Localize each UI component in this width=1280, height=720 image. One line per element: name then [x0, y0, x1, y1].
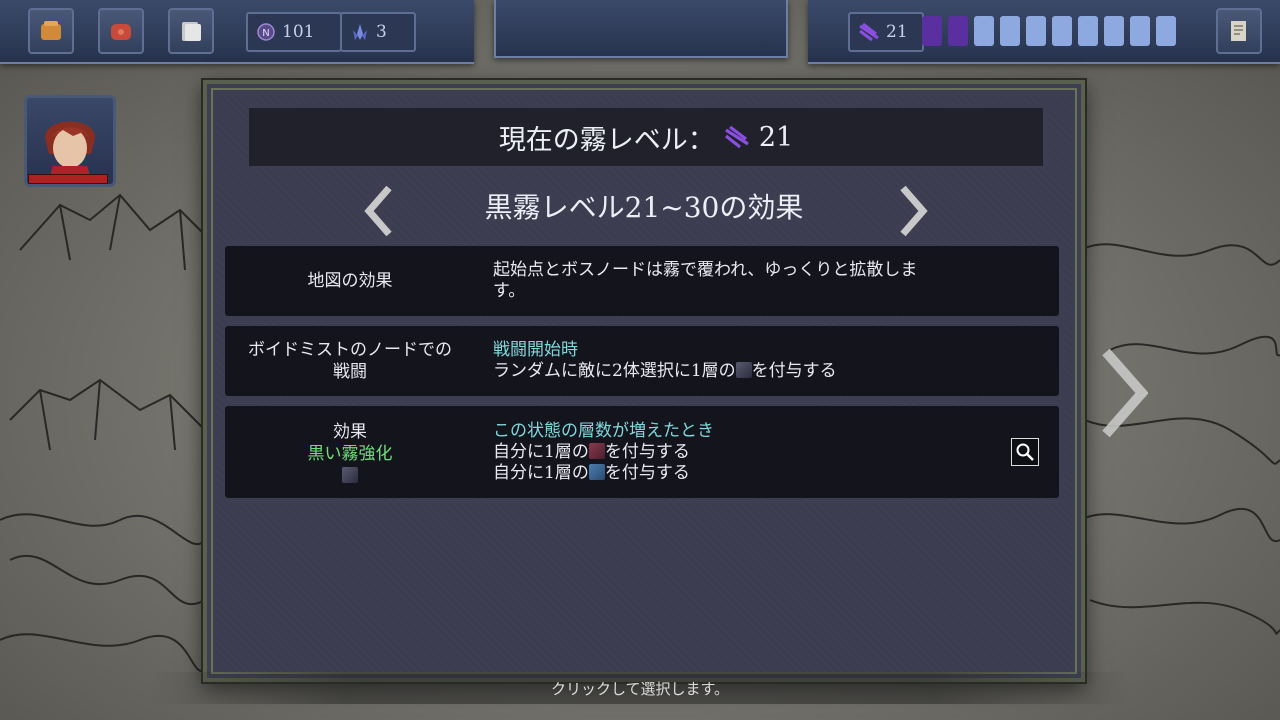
fog-bar-segment [1078, 16, 1098, 46]
effect-desc-text: ランダムに敵に2体選択に1層の [493, 361, 736, 381]
coin-icon: N [257, 23, 275, 41]
defense-buff-icon [588, 463, 605, 480]
deck-button[interactable] [168, 8, 214, 54]
fog-bar-segment [1000, 16, 1020, 46]
effect-name-text: 効果 [333, 422, 367, 442]
effect-desc-text: を付与する [604, 441, 690, 462]
effect-name: 効果 黒い霧強化 [225, 406, 475, 498]
fog-icon [724, 125, 749, 149]
crystal-display: 3 [340, 12, 416, 52]
map-scroll-icon [1231, 21, 1246, 41]
fog-level-dialog: 現在の霧レベル： 21 黒霧レベル21~30の効果 地図の効果 起始点とボスノー… [203, 80, 1085, 682]
effect-name-text: ボイドミストのノードでの [248, 340, 452, 360]
relic-button[interactable] [98, 8, 144, 54]
fog-bar-segment [1156, 16, 1176, 46]
effect-desc-text: 自分に1層の [493, 462, 589, 483]
hud-left-panel: N 101 3 [0, 0, 474, 64]
hero-health-bar [28, 174, 108, 184]
dialog-title: 現在の霧レベル： 21 [249, 108, 1043, 166]
crystal-value: 3 [376, 22, 387, 42]
map-next-arrow-icon[interactable] [1098, 348, 1148, 438]
fog-bar-segment [922, 16, 942, 46]
hud-center-panel [494, 0, 788, 58]
fog-bar-segment [1130, 16, 1150, 46]
fog-icon [859, 22, 879, 42]
card-deck-icon [182, 22, 201, 41]
map-button[interactable] [1216, 8, 1262, 54]
effect-desc-text: を付与する [604, 462, 690, 483]
footer-hint: クリックして選択します。 [150, 672, 1130, 704]
fog-bar-segment [948, 16, 968, 46]
magnifier-icon [1016, 443, 1034, 461]
effect-row-status: 効果 黒い霧強化 この状態の層数が増えたとき 自分に1層の を付与する 自分に1層… [225, 406, 1059, 498]
relic-bag-icon [111, 24, 131, 40]
effect-range-heading: 黒霧レベル21~30の効果 [484, 191, 804, 224]
footer-hint-text: クリックして選択します。 [550, 679, 730, 698]
next-page-arrow-icon[interactable] [897, 184, 929, 238]
effect-row-map: 地図の効果 起始点とボスノードは霧で覆われ、ゆっくりと拡散しま す。 [225, 246, 1059, 316]
hud-right-panel: 21 [808, 0, 1280, 64]
black-fog-status-icon [342, 467, 358, 483]
attack-buff-icon [588, 442, 605, 459]
effect-name-text: 地図の効果 [307, 271, 393, 291]
effect-description: 起始点とボスノードは霧で覆われ、ゆっくりと拡散しま す。 [493, 246, 979, 316]
effect-trigger-heading: 戦闘開始時 [493, 340, 578, 360]
currency-value: 101 [282, 22, 315, 42]
effect-trigger-heading: この状態の層数が増えたとき [493, 420, 714, 441]
black-fog-status-icon [735, 362, 752, 378]
hero-portrait-art [45, 121, 95, 184]
effect-desc-text: 自分に1層の [493, 441, 589, 462]
inspect-button[interactable] [1011, 438, 1039, 466]
effect-desc-text: を付与する [751, 361, 837, 381]
fog-level-value: 21 [886, 22, 908, 42]
effect-desc-line: す。 [493, 281, 526, 301]
effect-name-text: 戦闘 [333, 362, 367, 382]
status-name: 黒い霧強化 [307, 444, 393, 464]
dialog-body: 現在の霧レベル： 21 黒霧レベル21~30の効果 地図の効果 起始点とボスノー… [211, 88, 1077, 674]
effect-name: ボイドミストのノードでの 戦闘 [225, 326, 475, 396]
effect-desc-line: 自分に1層の を付与する [493, 463, 979, 484]
effect-description: この状態の層数が増えたとき 自分に1層の を付与する 自分に1層の を付与する [493, 406, 979, 498]
fog-bar-segment [1052, 16, 1072, 46]
effect-desc-line: ランダムに敵に2体選択に1層の を付与する [493, 361, 979, 382]
effect-desc-line: 起始点とボスノードは霧で覆われ、ゆっくりと拡散しま [493, 260, 918, 280]
effect-row-battle: ボイドミストのノードでの 戦闘 戦闘開始時 ランダムに敵に2体選択に1層の を付与… [225, 326, 1059, 396]
fog-bar-segment [1104, 16, 1124, 46]
fog-level-display: 21 [848, 12, 924, 52]
effect-description: 戦闘開始時 ランダムに敵に2体選択に1層の を付与する [493, 326, 979, 396]
title-prefix: 現在の霧レベル： [498, 124, 715, 156]
effect-name: 地図の効果 [225, 246, 475, 316]
inventory-button[interactable] [28, 8, 74, 54]
effect-desc-line: 自分に1層の を付与する [493, 442, 979, 463]
title-fog-value: 21 [758, 121, 794, 153]
crystal-icon [353, 24, 367, 40]
svg-text:N: N [262, 28, 269, 39]
fog-bar-segment [974, 16, 994, 46]
fog-bar-segment [1026, 16, 1046, 46]
currency-display: N 101 [246, 12, 342, 52]
backpack-icon [41, 21, 61, 40]
